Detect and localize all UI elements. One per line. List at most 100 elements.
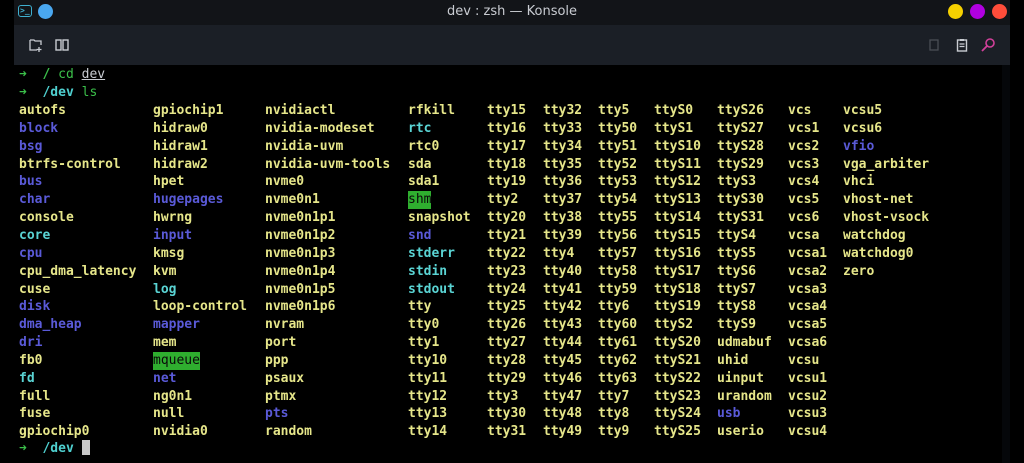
- prompt-arrow: ➜: [19, 85, 27, 100]
- ls-entry: vcsa2: [788, 263, 828, 279]
- ls-entry: ttyS18: [654, 281, 701, 297]
- ls-entry: ttyS22: [654, 370, 701, 386]
- ls-entry: ttyS19: [654, 299, 701, 315]
- ls-entry: nvme0n1p6: [265, 299, 336, 315]
- ls-entry: char: [19, 192, 51, 208]
- ls-entry: tty2: [487, 192, 519, 208]
- command: cd: [58, 67, 74, 82]
- ls-entry: tty38: [543, 210, 583, 226]
- split-view-icon[interactable]: [54, 37, 70, 53]
- ls-entry: nvram: [265, 317, 305, 333]
- ls-entry: autofs: [19, 103, 66, 118]
- ls-entry: tty51: [598, 138, 638, 154]
- ls-entry: full: [19, 388, 51, 404]
- ls-entry: fd: [19, 370, 35, 386]
- ls-entry: tty9: [598, 424, 630, 440]
- ls-entry: ttyS17: [654, 263, 701, 279]
- ls-entry: uhid: [717, 352, 749, 368]
- ls-entry: ttyS0: [654, 103, 694, 118]
- ls-entry: nvme0n1: [265, 192, 320, 208]
- paste-icon[interactable]: [954, 37, 970, 53]
- ls-entry: ng0n1: [153, 388, 193, 404]
- ls-entry: ttyS6: [717, 263, 757, 279]
- ls-entry: ttyS20: [654, 335, 701, 351]
- ls-entry: vcsa4: [788, 299, 828, 315]
- ls-entry: ttyS29: [717, 156, 764, 172]
- ls-entry: vhost-vsock: [843, 210, 930, 226]
- ls-entry: kvm: [153, 263, 177, 279]
- ls-entry: tty1: [408, 335, 440, 351]
- ls-entry: vcsa3: [788, 281, 828, 297]
- ls-entry: vcsa: [788, 227, 820, 243]
- ls-entry: tty50: [598, 120, 638, 136]
- ls-entry: cuse: [19, 281, 51, 297]
- ls-entry: tty63: [598, 370, 638, 386]
- ls-entry: ttyS27: [717, 120, 764, 136]
- ls-entry: vcsa6: [788, 335, 828, 351]
- close-button[interactable]: [992, 4, 1007, 19]
- ls-entry: tty25: [487, 299, 527, 315]
- ls-entry: cpu_dma_latency: [19, 263, 137, 279]
- ls-entry: nvme0n1p5: [265, 281, 336, 297]
- ls-entry: vcs3: [788, 156, 820, 172]
- ls-entry: ttyS15: [654, 227, 701, 243]
- ls-entry: vhost-net: [843, 192, 914, 208]
- ls-entry: tty7: [598, 388, 630, 404]
- ls-entry: bsg: [19, 138, 43, 154]
- minimize-button[interactable]: [948, 4, 963, 19]
- copy-icon[interactable]: [926, 37, 942, 53]
- ls-entry: tty14: [408, 424, 448, 440]
- ls-entry: tty43: [543, 317, 583, 333]
- ls-entry: tty52: [598, 156, 638, 172]
- ls-entry: tty24: [487, 281, 527, 297]
- ls-entry: udmabuf: [717, 335, 772, 351]
- ls-entry: uinput: [717, 370, 764, 386]
- ls-entry: zero: [843, 263, 875, 279]
- ls-entry: console: [19, 210, 74, 226]
- ls-entry: tty55: [598, 210, 638, 226]
- ls-entry: ttyS16: [654, 245, 701, 261]
- ls-entry: gpiochip0: [19, 424, 90, 440]
- ls-entry: ttyS25: [654, 424, 701, 440]
- command-arg: dev: [81, 67, 106, 82]
- terminal-output[interactable]: ➜ / cd dev ➜ /dev ls ➜ /dev autofs block b…: [14, 65, 1010, 463]
- ls-entry: tty21: [487, 227, 527, 243]
- ls-entry: snapshot: [408, 210, 471, 226]
- new-tab-icon[interactable]: [28, 37, 44, 53]
- ls-entry: tty33: [543, 120, 583, 136]
- ls-entry: tty45: [543, 352, 583, 368]
- ls-entry: mqueue: [153, 351, 200, 370]
- ls-entry: vga_arbiter: [843, 156, 930, 172]
- history-line: ➜ / cd dev: [19, 66, 105, 84]
- ls-entry: nvme0n1p1: [265, 210, 336, 226]
- ls-entry: tty15: [487, 103, 527, 118]
- ls-entry: ttyS3: [717, 174, 757, 190]
- ls-entry: ttyS31: [717, 210, 764, 226]
- ls-entry: gpiochip1: [153, 103, 224, 118]
- ls-entry: ttyS12: [654, 174, 701, 190]
- ls-entry: ttyS26: [717, 103, 764, 118]
- ls-entry: tty5: [598, 103, 630, 118]
- ls-entry: loop-control: [153, 299, 247, 315]
- ls-entry: kmsg: [153, 245, 185, 261]
- ls-entry: disk: [19, 299, 51, 315]
- ls-entry: vcsa1: [788, 245, 828, 261]
- scrollbar[interactable]: [1002, 65, 1010, 463]
- ls-entry: ttyS8: [717, 299, 757, 315]
- ls-entry: usb: [717, 406, 741, 422]
- ls-entry: stdout: [408, 281, 455, 297]
- ls-entry: ttyS10: [654, 138, 701, 154]
- ls-entry: ttyS7: [717, 281, 757, 297]
- ls-entry: tty39: [543, 227, 583, 243]
- ls-entry: input: [153, 227, 193, 243]
- ls-entry: vcs1: [788, 120, 820, 136]
- ls-entry: vcsu3: [788, 406, 828, 422]
- ls-entry: pts: [265, 406, 289, 422]
- ls-entry: ttyS30: [717, 192, 764, 208]
- maximize-button[interactable]: [970, 4, 985, 19]
- current-prompt[interactable]: ➜ /dev: [19, 440, 90, 458]
- ls-entry: nvidia0: [153, 424, 208, 440]
- ls-entry: tty12: [408, 388, 448, 404]
- ls-entry: tty56: [598, 227, 638, 243]
- find-icon[interactable]: [980, 37, 996, 53]
